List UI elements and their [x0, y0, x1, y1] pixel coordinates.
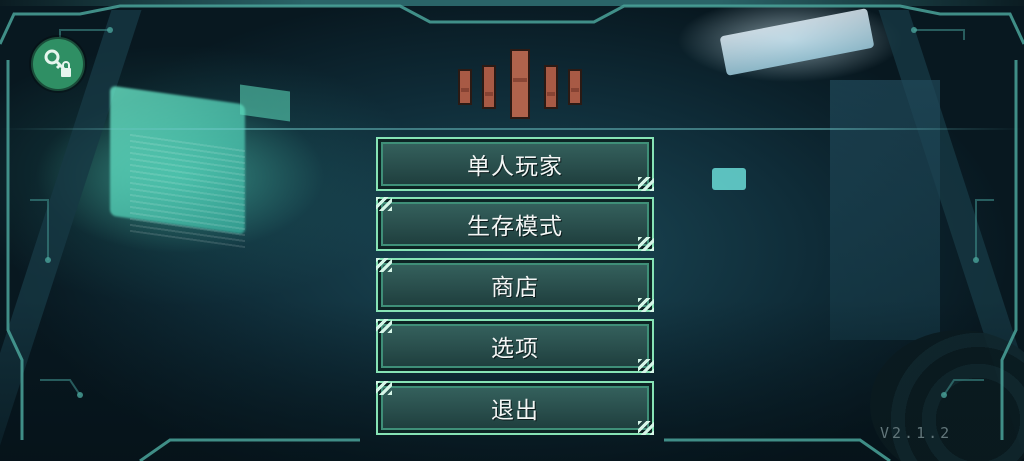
- menu-button-shop[interactable]: 商店: [376, 258, 654, 312]
- menu-button-label: 生存模式: [467, 214, 563, 240]
- menu-button-label: 商店: [491, 275, 539, 301]
- hud-divider-line: [0, 128, 1024, 130]
- background-panel-light: [240, 84, 290, 122]
- menu-button-exit[interactable]: 退出: [376, 381, 654, 435]
- main-menu-screen: 单人玩家 生存模式 商店 选项 退出 V2.1.2: [0, 0, 1024, 461]
- hud-top-bar: [0, 0, 1024, 6]
- menu-button-label: 单人玩家: [467, 154, 563, 180]
- background-light: [712, 168, 746, 190]
- menu-button-single-player[interactable]: 单人玩家: [376, 137, 654, 191]
- key-lock-icon: [44, 49, 71, 77]
- key-lock-button[interactable]: [31, 37, 85, 91]
- menu-button-survival-mode[interactable]: 生存模式: [376, 197, 654, 251]
- ceiling-lamp: [719, 8, 875, 76]
- game-logo: [458, 49, 582, 119]
- menu-button-label: 选项: [491, 336, 539, 362]
- background-monitor: [110, 85, 245, 235]
- wall-beam-right: [878, 10, 1024, 450]
- background-doorway: [830, 80, 940, 340]
- version-label: V2.1.2: [880, 424, 953, 442]
- menu-button-label: 退出: [491, 398, 539, 424]
- background-monitor-lines: [130, 131, 245, 249]
- menu-button-options[interactable]: 选项: [376, 319, 654, 373]
